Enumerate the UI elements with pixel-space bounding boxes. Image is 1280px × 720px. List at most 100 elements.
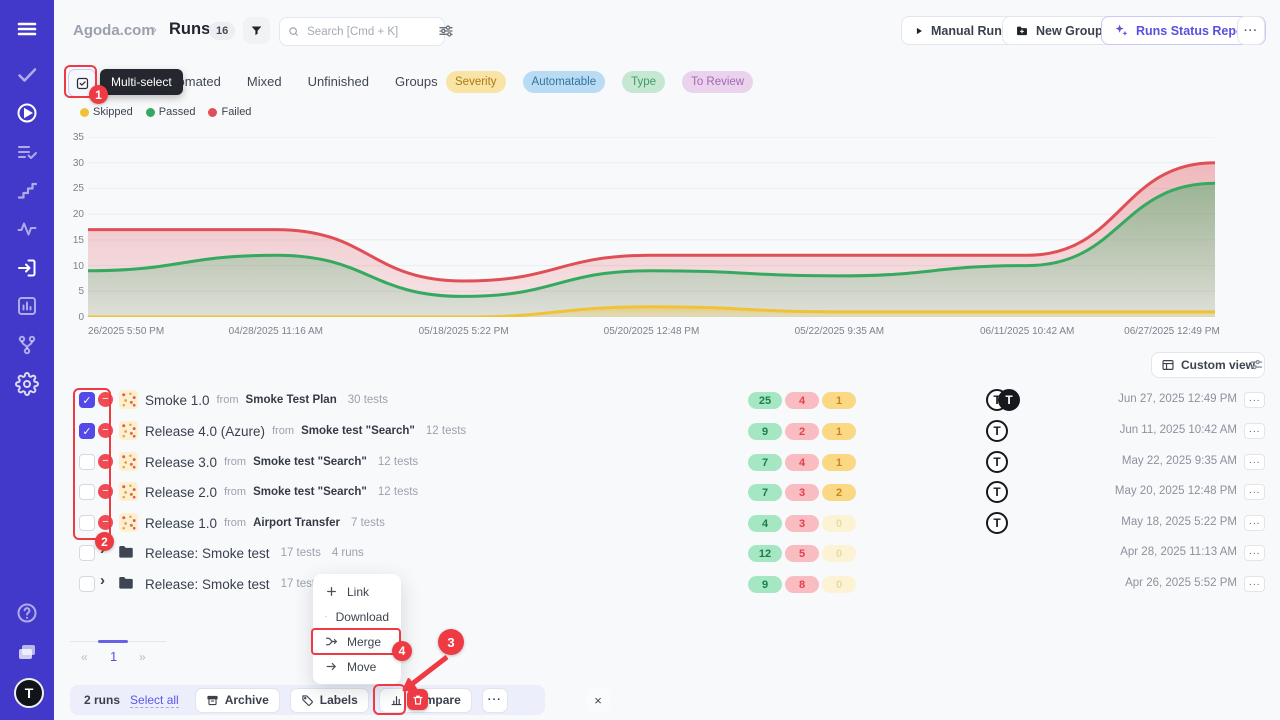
select-all-link[interactable]: Select all <box>130 693 179 708</box>
row-more-button[interactable]: ··· <box>1244 515 1265 531</box>
filter-pill-type[interactable]: Type <box>622 71 665 93</box>
remove-minus-button[interactable]: − <box>98 454 113 469</box>
milestones-steps-icon[interactable] <box>15 179 39 203</box>
row-checkbox[interactable] <box>79 454 95 470</box>
filter-pill-severity[interactable]: Severity <box>446 71 506 93</box>
filter-pill-automatable[interactable]: Automatable <box>523 71 606 93</box>
passed-badge: 7 <box>748 484 782 501</box>
folder-icon <box>117 574 135 592</box>
legend-label: Failed <box>221 106 251 118</box>
filter-funnel-button[interactable] <box>243 17 270 44</box>
menu-item-move[interactable]: Move <box>313 654 401 679</box>
manual-run-button[interactable]: Manual Run <box>901 16 1015 45</box>
folder-plus-icon <box>1015 24 1029 38</box>
row-more-button[interactable]: ··· <box>1244 392 1265 408</box>
run-title: Release 4.0 (Azure) <box>145 424 265 439</box>
runs-play-circle-icon[interactable] <box>15 101 39 125</box>
legend-item-failed[interactable]: Failed <box>208 106 251 118</box>
selection-more-button[interactable]: ··· <box>482 688 508 713</box>
remove-minus-button[interactable]: − <box>98 484 113 499</box>
remove-minus-button[interactable]: − <box>98 515 113 530</box>
chevron-right-icon[interactable]: › <box>100 572 105 589</box>
row-checkbox[interactable] <box>79 515 95 531</box>
row-more-button[interactable]: ··· <box>1244 576 1265 592</box>
list-settings-icon[interactable] <box>1249 357 1264 372</box>
group-row[interactable]: ›Release: Smoke test17 tests4 runs1250Ap… <box>70 538 1270 568</box>
menu-item-link[interactable]: Link <box>313 579 401 604</box>
search-input[interactable] <box>305 25 436 39</box>
archive-button[interactable]: Archive <box>195 688 280 713</box>
x-tick-label: 05/18/2025 5:22 PM <box>419 326 509 337</box>
remove-minus-button[interactable]: − <box>98 423 113 438</box>
integrations-branch-icon[interactable] <box>15 333 39 357</box>
row-checkbox[interactable] <box>79 576 95 592</box>
row-checkbox[interactable] <box>79 484 95 500</box>
assignee-avatar: T <box>986 420 1008 442</box>
run-row[interactable]: − Release 3.0fromSmoke test "Search"12 te… <box>70 447 1270 477</box>
run-source: Airport Transfer <box>253 517 340 529</box>
breadcrumb-project[interactable]: Agoda.com <box>73 22 155 39</box>
menu-item-merge[interactable]: Merge <box>313 629 401 654</box>
play-icon <box>914 26 924 36</box>
run-date: May 18, 2025 5:22 PM <box>1121 516 1237 528</box>
legend-item-skipped[interactable]: Skipped <box>80 106 133 118</box>
failed-badge: 2 <box>785 423 819 440</box>
from-label: from <box>217 394 239 406</box>
custom-view-button[interactable]: Custom view <box>1151 352 1265 378</box>
filter-pill-to-review[interactable]: To Review <box>682 71 753 93</box>
menu-item-download[interactable]: Download <box>313 604 401 629</box>
page-1-button[interactable]: 1 <box>110 649 117 664</box>
row-checkbox[interactable]: ✓ <box>79 392 95 408</box>
remove-minus-button[interactable]: − <box>98 392 113 407</box>
group-row[interactable]: ›Release: Smoke test17 tests7 runs980Apr… <box>70 569 1270 599</box>
pulse-activity-icon[interactable] <box>15 217 39 241</box>
chevron-right-icon[interactable]: › <box>100 541 105 558</box>
run-source: Smoke test "Search" <box>253 486 367 498</box>
run-date: Jun 11, 2025 10:42 AM <box>1120 424 1237 436</box>
header-more-button[interactable]: ··· <box>1237 16 1265 45</box>
row-checkbox[interactable] <box>79 545 95 561</box>
settings-gear-icon[interactable] <box>15 372 39 396</box>
reports-icon[interactable] <box>15 294 39 318</box>
row-more-button[interactable]: ··· <box>1244 454 1265 470</box>
adjustments-icon[interactable] <box>438 23 454 39</box>
test-plans-icon[interactable] <box>15 140 39 164</box>
next-page-button[interactable]: » <box>139 650 146 664</box>
multi-select-button[interactable] <box>68 69 96 97</box>
bar-chart-icon <box>390 694 403 707</box>
legend-dot <box>208 108 217 117</box>
imports-icon[interactable] <box>15 256 39 280</box>
tab-mixed[interactable]: Mixed <box>247 74 282 89</box>
run-row[interactable]: −Release 2.0fromSmoke test "Search"12 te… <box>70 477 1270 507</box>
group-title: Release: Smoke test <box>145 577 270 592</box>
row-more-button[interactable]: ··· <box>1244 484 1265 500</box>
close-selection-bar-button[interactable]: × <box>586 688 610 712</box>
tab-unfinished[interactable]: Unfinished <box>308 74 369 89</box>
labels-button[interactable]: Labels <box>290 688 369 713</box>
workspace-avatar[interactable]: T <box>14 678 44 708</box>
prev-page-button[interactable]: « <box>81 650 88 664</box>
help-icon[interactable] <box>15 601 39 625</box>
run-row[interactable]: ✓− Release 4.0 (Azure)fromSmoke test "Sea… <box>70 416 1270 446</box>
search-box[interactable] <box>279 17 445 46</box>
new-group-button[interactable]: New Group <box>1002 16 1116 45</box>
row-more-button[interactable]: ··· <box>1244 423 1265 439</box>
sparkles-icon <box>1114 23 1129 38</box>
failed-badge: 3 <box>785 515 819 532</box>
run-row[interactable]: ✓−Smoke 1.0fromSmoke Test Plan30 tests25… <box>70 385 1270 415</box>
docs-folders-icon[interactable] <box>15 640 39 664</box>
row-checkbox[interactable]: ✓ <box>79 423 95 439</box>
row-title-group: Release 4.0 (Azure)fromSmoke test "Searc… <box>145 416 466 446</box>
row-more-button[interactable]: ··· <box>1244 545 1265 561</box>
run-row[interactable]: −Release 1.0fromAirport Transfer7 tests4… <box>70 508 1270 538</box>
assignee-avatar: T <box>998 389 1020 411</box>
legend-item-passed[interactable]: Passed <box>146 106 196 118</box>
confetti-run-icon <box>119 452 138 471</box>
tests-check-icon[interactable] <box>15 63 39 87</box>
skipped-badge: 1 <box>822 392 856 409</box>
plus-icon <box>325 585 338 598</box>
x-tick-label: 06/27/2025 12:49 PM <box>1124 326 1220 337</box>
tab-groups[interactable]: Groups <box>395 74 438 89</box>
row-title-group: Release 3.0fromSmoke test "Search"12 tes… <box>145 447 418 477</box>
menu-icon[interactable] <box>15 17 39 41</box>
